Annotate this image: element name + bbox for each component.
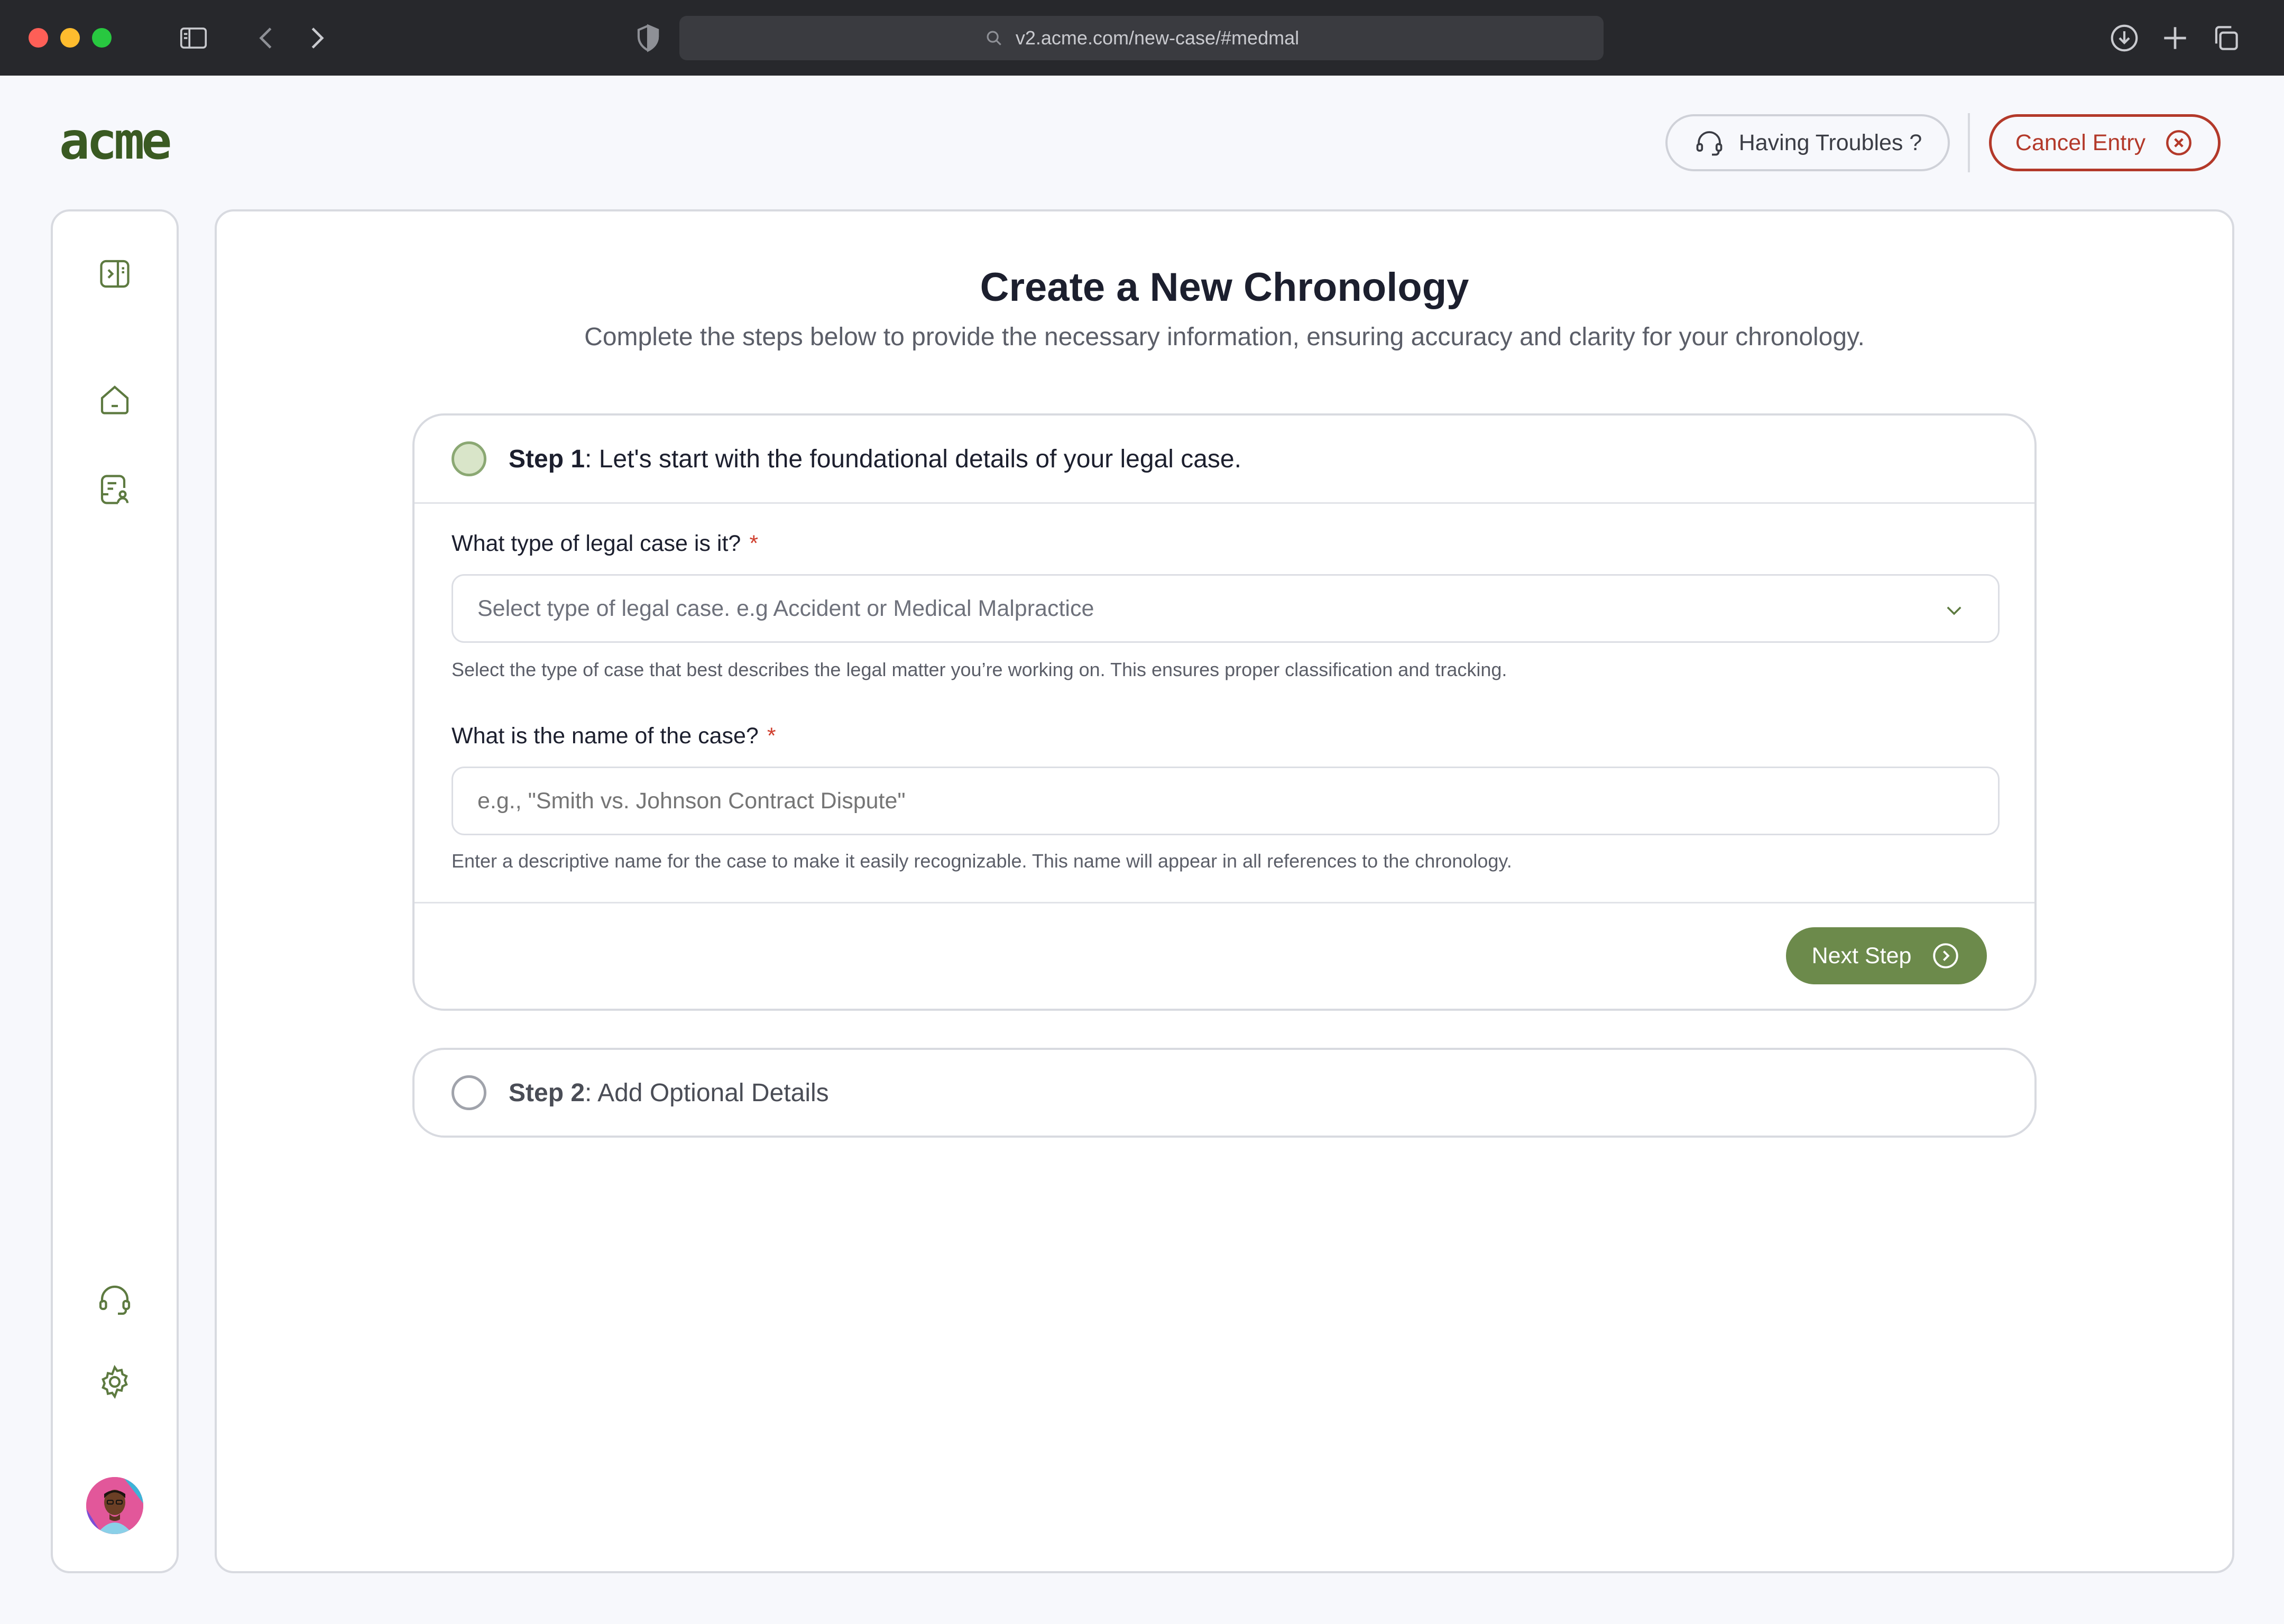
case-type-select[interactable]: Select type of legal case. e.g Accident … — [452, 574, 2000, 643]
case-type-help: Select the type of case that best descri… — [452, 659, 1507, 680]
step-1-description: : Let's start with the foundational deta… — [585, 445, 1241, 473]
browser-toolbar: v2.acme.com/new-case/#medmal — [0, 0, 2284, 76]
step-2-card[interactable]: Step 2: Add Optional Details — [412, 1048, 2037, 1138]
document-user-icon[interactable] — [90, 465, 139, 514]
step-2-heading: Step 2: Add Optional Details — [509, 1078, 829, 1108]
case-name-label-text: What is the name of the case? — [452, 723, 759, 749]
step-2-label: Step 2 — [509, 1078, 585, 1107]
avatar[interactable] — [86, 1477, 143, 1534]
privacy-shield-icon[interactable] — [630, 20, 666, 56]
step-1-heading: Step 1: Let's start with the foundationa… — [509, 445, 1241, 474]
case-type-placeholder: Select type of legal case. e.g Accident … — [477, 595, 1094, 621]
search-icon — [987, 31, 1001, 45]
required-marker: * — [749, 531, 759, 556]
chevron-down-icon — [1947, 606, 1961, 615]
forward-icon[interactable] — [299, 20, 335, 56]
having-troubles-button[interactable]: Having Troubles ? — [1665, 114, 1950, 171]
sidebar — [51, 209, 179, 1573]
tab-overview-icon[interactable] — [2208, 20, 2244, 56]
new-tab-icon[interactable] — [2157, 20, 2193, 56]
cancel-entry-button[interactable]: Cancel Entry — [1989, 114, 2221, 171]
url-text: v2.acme.com/new-case/#medmal — [1015, 27, 1300, 49]
headset-icon — [1696, 131, 1723, 156]
step-1-status-indicator — [452, 441, 486, 476]
case-name-label: What is the name of the case? * — [452, 723, 776, 749]
case-name-input[interactable] — [452, 767, 2000, 835]
case-name-help: Enter a descriptive name for the case to… — [452, 850, 1512, 872]
required-marker: * — [767, 723, 776, 749]
step-1-header[interactable]: Step 1: Let's start with the foundationa… — [415, 416, 2034, 502]
sidebar-toggle-browser-icon[interactable] — [176, 20, 211, 56]
step-1-footer-divider — [415, 902, 2034, 903]
main-panel: Create a New Chronology Complete the ste… — [215, 209, 2234, 1573]
step-1-label: Step 1 — [509, 445, 585, 473]
step-2-description: : Add Optional Details — [585, 1078, 829, 1107]
logo-text: acme — [59, 112, 172, 171]
downloads-icon[interactable] — [2106, 20, 2142, 56]
step-2-status-indicator — [452, 1075, 486, 1110]
close-circle-icon — [2166, 130, 2192, 155]
back-icon[interactable] — [248, 20, 284, 56]
sidebar-toggle-icon[interactable] — [90, 250, 139, 298]
cancel-entry-label: Cancel Entry — [2015, 130, 2146, 155]
page-subtitle: Complete the steps below to provide the … — [584, 323, 1865, 351]
maximize-window-button[interactable] — [92, 28, 112, 48]
next-step-label: Next Step — [1811, 943, 1912, 968]
close-window-button[interactable] — [29, 28, 48, 48]
step-1-card: Step 1: Let's start with the foundationa… — [412, 413, 2037, 1011]
header-divider — [1968, 113, 1970, 172]
step-1-header-divider — [415, 502, 2034, 504]
case-type-label-text: What type of legal case is it? — [452, 531, 741, 556]
next-step-button[interactable]: Next Step — [1786, 927, 1987, 984]
address-bar[interactable]: v2.acme.com/new-case/#medmal — [679, 16, 1604, 60]
page-title: Create a New Chronology — [980, 265, 1469, 310]
step-2-header[interactable]: Step 2: Add Optional Details — [415, 1050, 2034, 1136]
acme-logo[interactable]: acme — [59, 112, 191, 171]
settings-icon[interactable] — [90, 1358, 139, 1406]
having-troubles-label: Having Troubles ? — [1738, 130, 1922, 155]
support-headset-icon[interactable] — [90, 1275, 139, 1324]
case-type-label: What type of legal case is it? * — [452, 531, 758, 557]
minimize-window-button[interactable] — [60, 28, 80, 48]
home-icon[interactable] — [90, 375, 139, 424]
chevron-right-circle-icon — [1933, 943, 1959, 968]
